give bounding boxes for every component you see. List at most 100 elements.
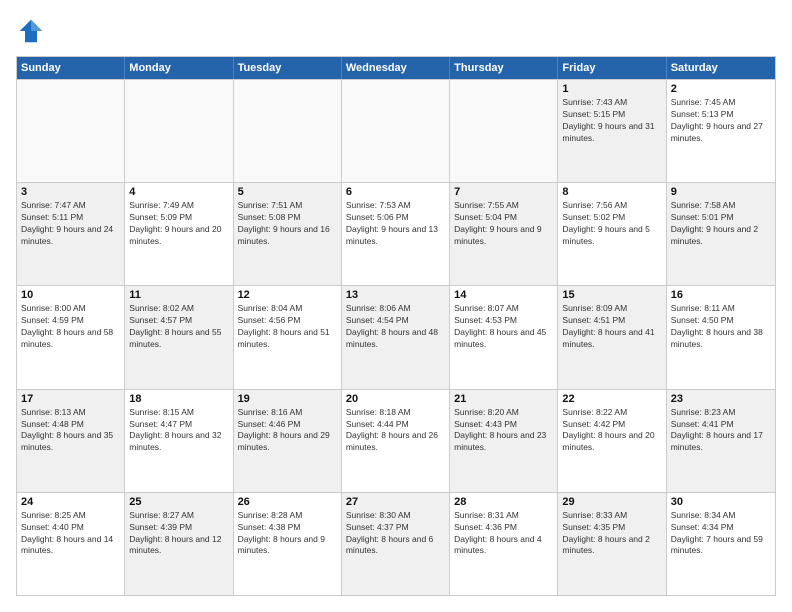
day-number: 11 (129, 289, 228, 301)
cell-info: Sunrise: 7:58 AM Sunset: 5:01 PM Dayligh… (671, 200, 771, 248)
calendar-cell-day-18: 18Sunrise: 8:15 AM Sunset: 4:47 PM Dayli… (125, 390, 233, 492)
cell-info: Sunrise: 8:27 AM Sunset: 4:39 PM Dayligh… (129, 510, 228, 558)
calendar-cell-day-13: 13 Sunrise: 8:06 AM Sunset: 4:54 PM Dayli… (342, 286, 450, 388)
day-of-week-thursday: Thursday (450, 57, 558, 79)
calendar-cell-day-4: 4Sunrise: 7:49 AM Sunset: 5:09 PM Daylig… (125, 183, 233, 285)
calendar-cell-day-6: 6Sunrise: 7:53 AM Sunset: 5:06 PM Daylig… (342, 183, 450, 285)
calendar-cell-day-17: 17 Sunrise: 8:13 AM Sunset: 4:48 PM Dayli… (17, 390, 125, 492)
cell-info: Sunrise: 8:13 AM Sunset: 4:48 PM Dayligh… (21, 407, 120, 455)
day-number: 10 (21, 289, 120, 301)
calendar-body: 1 Sunrise: 7:43 AM Sunset: 5:15 PM Daylig… (17, 79, 775, 595)
day-of-week-tuesday: Tuesday (234, 57, 342, 79)
day-number: 7 (454, 186, 553, 198)
day-number: 15 (562, 289, 661, 301)
cell-info: Sunrise: 8:25 AM Sunset: 4:40 PM Dayligh… (21, 510, 120, 558)
cell-info: Sunrise: 8:07 AM Sunset: 4:53 PM Dayligh… (454, 303, 553, 351)
cell-info: Sunrise: 8:20 AM Sunset: 4:43 PM Dayligh… (454, 407, 553, 455)
cell-info: Sunrise: 7:55 AM Sunset: 5:04 PM Dayligh… (454, 200, 553, 248)
calendar-cell-day-25: 25 Sunrise: 8:27 AM Sunset: 4:39 PM Dayli… (125, 493, 233, 595)
calendar-cell-day-2: 2 Sunrise: 7:45 AM Sunset: 5:13 PM Daylig… (667, 80, 775, 182)
calendar-cell-day-14: 14 Sunrise: 8:07 AM Sunset: 4:53 PM Dayli… (450, 286, 558, 388)
calendar-cell-day-29: 29 Sunrise: 8:33 AM Sunset: 4:35 PM Dayli… (558, 493, 666, 595)
cell-info: Sunrise: 8:23 AM Sunset: 4:41 PM Dayligh… (671, 407, 771, 455)
day-number: 28 (454, 496, 553, 508)
day-number: 13 (346, 289, 445, 301)
calendar-cell-day-15: 15 Sunrise: 8:09 AM Sunset: 4:51 PM Dayli… (558, 286, 666, 388)
day-number: 21 (454, 393, 553, 405)
logo (16, 16, 50, 46)
cell-info: Sunrise: 7:47 AM Sunset: 5:11 PM Dayligh… (21, 200, 120, 248)
calendar-cell-empty (17, 80, 125, 182)
day-number: 26 (238, 496, 337, 508)
calendar-cell-day-7: 7 Sunrise: 7:55 AM Sunset: 5:04 PM Daylig… (450, 183, 558, 285)
cell-info: Sunrise: 7:45 AM Sunset: 5:13 PM Dayligh… (671, 97, 771, 145)
calendar-row-4: 24 Sunrise: 8:25 AM Sunset: 4:40 PM Dayli… (17, 492, 775, 595)
day-number: 2 (671, 83, 771, 95)
calendar: SundayMondayTuesdayWednesdayThursdayFrid… (16, 56, 776, 596)
cell-info: Sunrise: 8:30 AM Sunset: 4:37 PM Dayligh… (346, 510, 445, 558)
day-of-week-wednesday: Wednesday (342, 57, 450, 79)
day-number: 16 (671, 289, 771, 301)
day-number: 8 (562, 186, 661, 198)
cell-info: Sunrise: 8:15 AM Sunset: 4:47 PM Dayligh… (129, 407, 228, 455)
calendar-header: SundayMondayTuesdayWednesdayThursdayFrid… (17, 57, 775, 79)
day-number: 9 (671, 186, 771, 198)
cell-info: Sunrise: 8:28 AM Sunset: 4:38 PM Dayligh… (238, 510, 337, 558)
day-of-week-friday: Friday (558, 57, 666, 79)
calendar-cell-day-8: 8Sunrise: 7:56 AM Sunset: 5:02 PM Daylig… (558, 183, 666, 285)
calendar-cell-day-16: 16 Sunrise: 8:11 AM Sunset: 4:50 PM Dayli… (667, 286, 775, 388)
day-number: 25 (129, 496, 228, 508)
day-number: 3 (21, 186, 120, 198)
calendar-cell-day-11: 11 Sunrise: 8:02 AM Sunset: 4:57 PM Dayli… (125, 286, 233, 388)
calendar-cell-day-3: 3 Sunrise: 7:47 AM Sunset: 5:11 PM Daylig… (17, 183, 125, 285)
day-number: 1 (562, 83, 661, 95)
day-number: 19 (238, 393, 337, 405)
cell-info: Sunrise: 7:49 AM Sunset: 5:09 PM Dayligh… (129, 200, 228, 248)
calendar-cell-day-5: 5Sunrise: 7:51 AM Sunset: 5:08 PM Daylig… (234, 183, 342, 285)
cell-info: Sunrise: 7:43 AM Sunset: 5:15 PM Dayligh… (562, 97, 661, 145)
calendar-row-3: 17 Sunrise: 8:13 AM Sunset: 4:48 PM Dayli… (17, 389, 775, 492)
day-number: 17 (21, 393, 120, 405)
calendar-cell-empty (342, 80, 450, 182)
day-of-week-saturday: Saturday (667, 57, 775, 79)
day-number: 29 (562, 496, 661, 508)
cell-info: Sunrise: 8:16 AM Sunset: 4:46 PM Dayligh… (238, 407, 337, 455)
cell-info: Sunrise: 8:00 AM Sunset: 4:59 PM Dayligh… (21, 303, 120, 351)
day-number: 30 (671, 496, 771, 508)
calendar-row-1: 3 Sunrise: 7:47 AM Sunset: 5:11 PM Daylig… (17, 182, 775, 285)
calendar-cell-day-9: 9 Sunrise: 7:58 AM Sunset: 5:01 PM Daylig… (667, 183, 775, 285)
day-of-week-monday: Monday (125, 57, 233, 79)
calendar-cell-day-24: 24 Sunrise: 8:25 AM Sunset: 4:40 PM Dayli… (17, 493, 125, 595)
cell-info: Sunrise: 8:18 AM Sunset: 4:44 PM Dayligh… (346, 407, 445, 455)
cell-info: Sunrise: 8:11 AM Sunset: 4:50 PM Dayligh… (671, 303, 771, 351)
calendar-cell-day-23: 23 Sunrise: 8:23 AM Sunset: 4:41 PM Dayli… (667, 390, 775, 492)
calendar-cell-day-21: 21 Sunrise: 8:20 AM Sunset: 4:43 PM Dayli… (450, 390, 558, 492)
calendar-cell-day-26: 26 Sunrise: 8:28 AM Sunset: 4:38 PM Dayli… (234, 493, 342, 595)
calendar-cell-empty (125, 80, 233, 182)
day-number: 12 (238, 289, 337, 301)
calendar-cell-day-20: 20Sunrise: 8:18 AM Sunset: 4:44 PM Dayli… (342, 390, 450, 492)
calendar-cell-day-28: 28 Sunrise: 8:31 AM Sunset: 4:36 PM Dayli… (450, 493, 558, 595)
calendar-row-0: 1 Sunrise: 7:43 AM Sunset: 5:15 PM Daylig… (17, 79, 775, 182)
page: SundayMondayTuesdayWednesdayThursdayFrid… (0, 0, 792, 612)
day-number: 23 (671, 393, 771, 405)
calendar-cell-day-10: 10 Sunrise: 8:00 AM Sunset: 4:59 PM Dayli… (17, 286, 125, 388)
day-number: 6 (346, 186, 445, 198)
day-number: 14 (454, 289, 553, 301)
cell-info: Sunrise: 8:06 AM Sunset: 4:54 PM Dayligh… (346, 303, 445, 351)
cell-info: Sunrise: 8:22 AM Sunset: 4:42 PM Dayligh… (562, 407, 661, 455)
cell-info: Sunrise: 8:31 AM Sunset: 4:36 PM Dayligh… (454, 510, 553, 558)
cell-info: Sunrise: 8:04 AM Sunset: 4:56 PM Dayligh… (238, 303, 337, 351)
cell-info: Sunrise: 8:09 AM Sunset: 4:51 PM Dayligh… (562, 303, 661, 351)
cell-info: Sunrise: 8:02 AM Sunset: 4:57 PM Dayligh… (129, 303, 228, 351)
logo-icon (16, 16, 46, 46)
calendar-cell-day-27: 27Sunrise: 8:30 AM Sunset: 4:37 PM Dayli… (342, 493, 450, 595)
day-number: 22 (562, 393, 661, 405)
day-number: 24 (21, 496, 120, 508)
calendar-cell-day-19: 19 Sunrise: 8:16 AM Sunset: 4:46 PM Dayli… (234, 390, 342, 492)
calendar-cell-empty (450, 80, 558, 182)
calendar-cell-day-30: 30Sunrise: 8:34 AM Sunset: 4:34 PM Dayli… (667, 493, 775, 595)
cell-info: Sunrise: 8:33 AM Sunset: 4:35 PM Dayligh… (562, 510, 661, 558)
calendar-cell-day-22: 22 Sunrise: 8:22 AM Sunset: 4:42 PM Dayli… (558, 390, 666, 492)
calendar-row-2: 10 Sunrise: 8:00 AM Sunset: 4:59 PM Dayli… (17, 285, 775, 388)
